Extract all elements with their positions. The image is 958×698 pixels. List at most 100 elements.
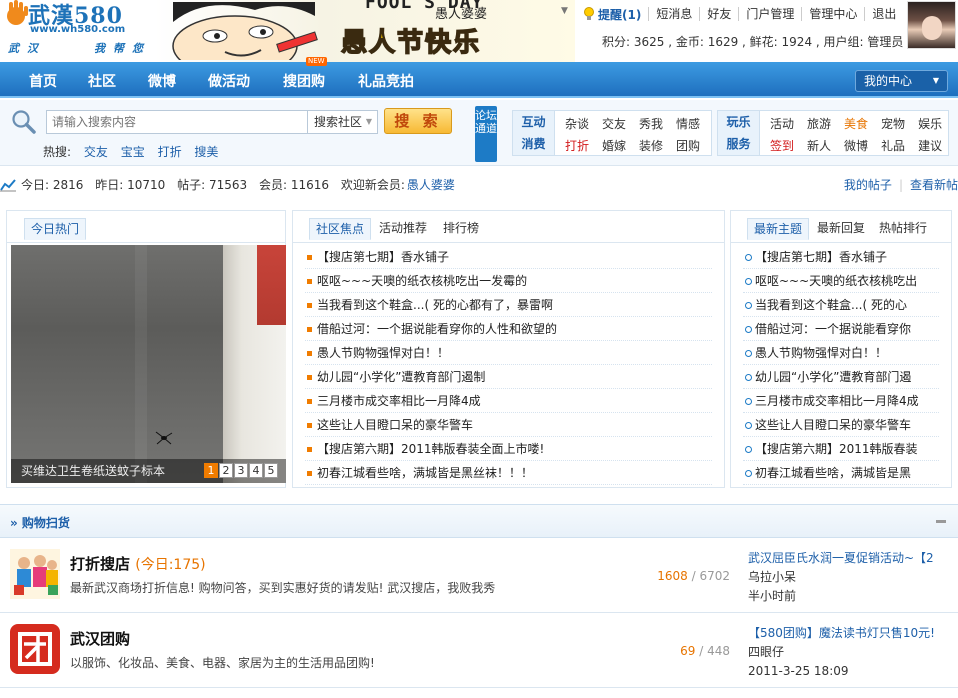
featured-photo[interactable]: 买维达卫生卷纸送蚊子标本 1 2 3 4 5 bbox=[11, 245, 286, 483]
list-item[interactable]: 借船过河：一个据说能看穿你的人性和欲望的 bbox=[305, 317, 712, 341]
nav-group-buy[interactable]: 搜团购 bbox=[283, 71, 325, 91]
last-post-user[interactable]: 四眼仔 bbox=[748, 643, 958, 662]
hot-search-link[interactable]: 搜美 bbox=[194, 145, 218, 159]
view-new-posts-link[interactable]: 查看新帖 bbox=[910, 178, 958, 192]
category-link[interactable]: 建议 bbox=[918, 139, 942, 153]
section-title[interactable]: » 购物扫货 bbox=[10, 514, 70, 531]
list-item[interactable]: 【搜店第六期】2011韩版春装全面上市喽! bbox=[305, 437, 712, 461]
portal-admin-link[interactable]: 门户管理 bbox=[738, 7, 801, 21]
hot-search-link[interactable]: 宝宝 bbox=[121, 145, 145, 159]
tab-ranking[interactable]: 排行榜 bbox=[437, 218, 485, 240]
forum-name[interactable]: 武汉团购 bbox=[70, 628, 130, 649]
list-item[interactable]: 三月楼市成交率相比一月降4成 bbox=[305, 389, 712, 413]
tab-hot-today[interactable]: 今日热门 bbox=[24, 218, 87, 240]
nav-community[interactable]: 社区 bbox=[88, 71, 116, 91]
category-label-fun[interactable]: 玩乐 bbox=[718, 111, 759, 133]
pager-page[interactable]: 4 bbox=[249, 463, 263, 478]
chevron-down-icon[interactable]: ▼ bbox=[561, 6, 568, 16]
tab-latest-topics[interactable]: 最新主题 bbox=[747, 218, 810, 240]
nav-activities[interactable]: 做活动 bbox=[208, 71, 250, 91]
stat-yesterday: 昨日: 10710 bbox=[95, 178, 166, 192]
messages-link[interactable]: 短消息 bbox=[648, 7, 699, 21]
list-item[interactable]: 当我看到这个鞋盒...( 死的心都有了，暴雷啊 bbox=[305, 293, 712, 317]
site-logo[interactable]: 武漢580 www.wh580.com 武汉 我帮您 bbox=[4, 0, 154, 58]
list-item[interactable]: 三月楼市成交率相比一月降4成 bbox=[743, 389, 939, 413]
category-link[interactable]: 秀我 bbox=[639, 117, 663, 131]
list-item[interactable]: 这些让人目瞪口呆的豪华警车 bbox=[305, 413, 712, 437]
stat-members: 会员: 11616 bbox=[258, 178, 330, 192]
list-item[interactable]: 当我看到这个鞋盒...( 死的心 bbox=[743, 293, 939, 317]
search-button[interactable]: 搜 索 bbox=[384, 108, 452, 134]
pager-page[interactable]: 3 bbox=[234, 463, 248, 478]
category-label-service[interactable]: 服务 bbox=[718, 133, 759, 155]
category-link[interactable]: 杂谈 bbox=[565, 117, 589, 131]
category-link[interactable]: 装修 bbox=[639, 139, 663, 153]
reminder-link[interactable]: 提醒(1) bbox=[583, 6, 648, 22]
list-item[interactable]: 呕呕~~~天噢的纸衣核桃吃出 bbox=[743, 269, 939, 293]
list-item[interactable]: 初春江城看些啥，满城皆是黑丝袜！！！ bbox=[305, 461, 712, 485]
category-link[interactable]: 团购 bbox=[676, 139, 700, 153]
my-posts-link[interactable]: 我的帖子 bbox=[844, 178, 892, 192]
tab-hot-posts[interactable]: 热帖排行 bbox=[873, 218, 933, 240]
search-scope-select[interactable]: 搜索社区 ▼ bbox=[308, 110, 378, 134]
list-item-title: 初春江城看些啥，满城皆是黑 bbox=[755, 466, 912, 480]
avatar[interactable] bbox=[907, 1, 956, 49]
list-item-title: 借船过河：一个据说能看穿你 bbox=[755, 322, 912, 336]
collapse-icon[interactable] bbox=[936, 520, 946, 523]
forum-counts: 69 / 448 bbox=[680, 644, 730, 658]
list-item[interactable]: 初春江城看些啥，满城皆是黑 bbox=[743, 461, 939, 485]
tab-activity-recommend[interactable]: 活动推荐 bbox=[373, 218, 433, 240]
category-label-consumption[interactable]: 消费 bbox=[513, 133, 554, 155]
list-item[interactable]: 借船过河：一个据说能看穿你 bbox=[743, 317, 939, 341]
list-item[interactable]: 这些让人目瞪口呆的豪华警车 bbox=[743, 413, 939, 437]
category-link[interactable]: 娱乐 bbox=[918, 117, 942, 131]
new-member-link[interactable]: 愚人婆婆 bbox=[407, 178, 455, 192]
friends-link[interactable]: 好友 bbox=[699, 7, 738, 21]
list-item[interactable]: 愚人节购物强悍对白！！ bbox=[743, 341, 939, 365]
category-link[interactable]: 情感 bbox=[676, 117, 700, 131]
nav-home[interactable]: 首页 bbox=[29, 71, 57, 91]
my-center-dropdown[interactable]: 我的中心 ▼ bbox=[855, 70, 948, 92]
list-item[interactable]: 呕呕~~~天噢的纸衣核桃吃出一发霉的 bbox=[305, 269, 712, 293]
category-link[interactable]: 新人 bbox=[807, 139, 831, 153]
hand-logo-icon bbox=[7, 0, 28, 25]
category-link[interactable]: 签到 bbox=[770, 139, 794, 153]
shopping-people-icon[interactable] bbox=[10, 549, 60, 599]
search-input[interactable] bbox=[46, 110, 308, 134]
nav-weibo[interactable]: 微博 bbox=[148, 71, 176, 91]
tab-community-focus[interactable]: 社区焦点 bbox=[309, 218, 372, 240]
circle-bullet-icon bbox=[745, 302, 752, 309]
hot-search-link[interactable]: 交友 bbox=[84, 145, 108, 159]
category-link[interactable]: 美食 bbox=[844, 117, 868, 131]
forum-name[interactable]: 打折搜店 (今日:175) bbox=[70, 553, 206, 574]
list-item[interactable]: 【搜店第七期】香水铺子 bbox=[305, 245, 712, 269]
pager-page[interactable]: 5 bbox=[264, 463, 278, 478]
category-link[interactable]: 旅游 bbox=[807, 117, 831, 131]
category-link[interactable]: 交友 bbox=[602, 117, 626, 131]
tab-latest-replies[interactable]: 最新回复 bbox=[811, 218, 871, 240]
last-post-user[interactable]: 乌拉小呆 bbox=[748, 568, 958, 587]
category-link[interactable]: 打折 bbox=[565, 139, 589, 153]
list-item[interactable]: 愚人节购物强悍对白！！ bbox=[305, 341, 712, 365]
category-link[interactable]: 宠物 bbox=[881, 117, 905, 131]
category-link[interactable]: 婚嫁 bbox=[602, 139, 626, 153]
current-username[interactable]: 愚人婆婆 bbox=[435, 3, 487, 22]
category-link[interactable]: 活动 bbox=[770, 117, 794, 131]
list-item[interactable]: 【搜店第六期】2011韩版春装 bbox=[743, 437, 939, 461]
last-post-title[interactable]: 【580团购】魔法读书灯只售10元! bbox=[748, 624, 958, 643]
pager-page[interactable]: 2 bbox=[219, 463, 233, 478]
list-item[interactable]: 幼儿园“小学化”遭教育部门遏 bbox=[743, 365, 939, 389]
category-link[interactable]: 微博 bbox=[844, 139, 868, 153]
nav-gift-auction[interactable]: 礼品竞拍 bbox=[358, 71, 414, 91]
last-post-title[interactable]: 武汉屈臣氏水润一夏促销活动~【2 bbox=[748, 549, 958, 568]
pager-page[interactable]: 1 bbox=[204, 463, 218, 478]
category-label-interaction[interactable]: 互动 bbox=[513, 111, 554, 133]
list-item[interactable]: 【搜店第七期】香水铺子 bbox=[743, 245, 939, 269]
admin-center-link[interactable]: 管理中心 bbox=[801, 7, 864, 21]
group-buy-icon[interactable] bbox=[10, 624, 60, 674]
logout-link[interactable]: 退出 bbox=[864, 7, 903, 21]
hot-search-link[interactable]: 打折 bbox=[158, 145, 182, 159]
bullet-icon bbox=[307, 399, 312, 404]
category-link[interactable]: 礼品 bbox=[881, 139, 905, 153]
list-item[interactable]: 幼儿园“小学化”遭教育部门遏制 bbox=[305, 365, 712, 389]
